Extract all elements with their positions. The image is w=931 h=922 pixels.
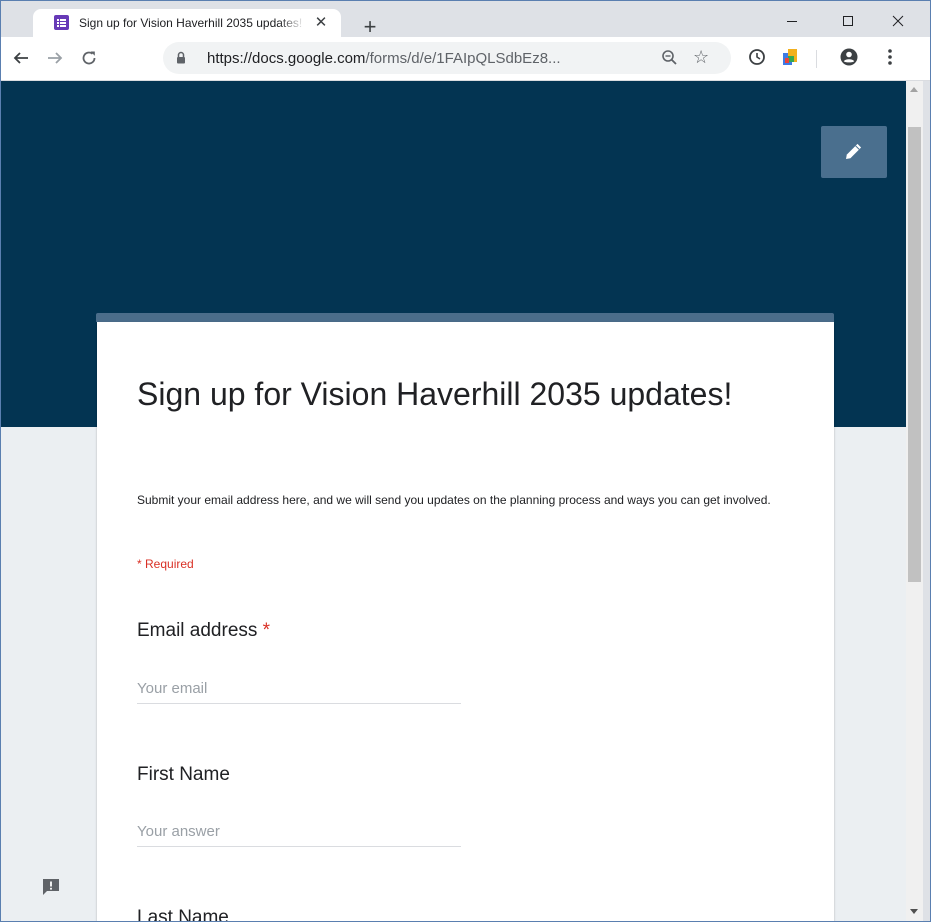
- required-note: * Required: [137, 557, 194, 571]
- last-name-question-label: Last Name: [137, 907, 229, 921]
- first-name-field-container: [137, 818, 461, 847]
- google-forms-icon: [54, 15, 69, 30]
- star-icon[interactable]: ☆: [693, 47, 709, 68]
- email-field[interactable]: [137, 675, 457, 701]
- browser-toolbar: https://docs.google.com/forms/d/e/1FAIpQ…: [1, 37, 930, 81]
- minimize-button[interactable]: [769, 9, 815, 33]
- form-description: Submit your email address here, and we w…: [137, 493, 771, 507]
- zoom-icon[interactable]: [661, 49, 678, 66]
- pencil-icon: [846, 143, 862, 159]
- address-bar[interactable]: https://docs.google.com/forms/d/e/1FAIpQ…: [163, 42, 731, 74]
- email-field-container: [137, 675, 461, 704]
- tab-active[interactable]: Sign up for Vision Haverhill 2035 update…: [33, 9, 341, 37]
- menu-icon[interactable]: [887, 48, 893, 66]
- first-name-field[interactable]: [137, 818, 457, 844]
- tab-title: Sign up for Vision Haverhill 2035 update…: [79, 16, 303, 30]
- close-window-button[interactable]: [875, 9, 921, 33]
- reload-icon: [82, 51, 96, 65]
- minimize-icon: [787, 21, 797, 22]
- url-text: https://docs.google.com/forms/d/e/1FAIpQ…: [207, 50, 561, 67]
- browser-window: Sign up for Vision Haverhill 2035 update…: [0, 0, 931, 922]
- feedback-icon[interactable]: [41, 877, 61, 897]
- reload-button[interactable]: [77, 46, 101, 70]
- lock-icon: [177, 51, 185, 64]
- close-icon: [892, 15, 904, 27]
- scroll-up-arrow-icon[interactable]: [910, 87, 918, 92]
- maximize-icon: [843, 16, 853, 26]
- form-card: Sign up for Vision Haverhill 2035 update…: [97, 322, 834, 921]
- maximize-button[interactable]: [825, 9, 871, 33]
- tab-close-icon[interactable]: ✕: [311, 13, 331, 33]
- extension-icon[interactable]: [781, 47, 801, 67]
- form-title: Sign up for Vision Haverhill 2035 update…: [137, 376, 733, 412]
- history-icon[interactable]: [747, 47, 767, 67]
- edit-form-button[interactable]: [821, 126, 887, 178]
- email-question-label: Email address *: [137, 620, 271, 641]
- forward-button[interactable]: [43, 46, 67, 70]
- tab-strip: Sign up for Vision Haverhill 2035 update…: [1, 1, 930, 38]
- page-scrollbar[interactable]: [906, 81, 923, 921]
- form-card-accent-bar: [96, 313, 834, 322]
- scrollbar-thumb[interactable]: [908, 127, 921, 582]
- back-button[interactable]: [9, 46, 33, 70]
- first-name-question-label: First Name: [137, 764, 230, 785]
- scroll-down-arrow-icon[interactable]: [910, 909, 918, 914]
- arrow-left-icon: [13, 52, 28, 64]
- required-star: *: [262, 620, 271, 641]
- arrow-right-icon: [48, 52, 63, 64]
- profile-icon[interactable]: [839, 47, 859, 67]
- page-viewport: Sign up for Vision Haverhill 2035 update…: [1, 81, 906, 921]
